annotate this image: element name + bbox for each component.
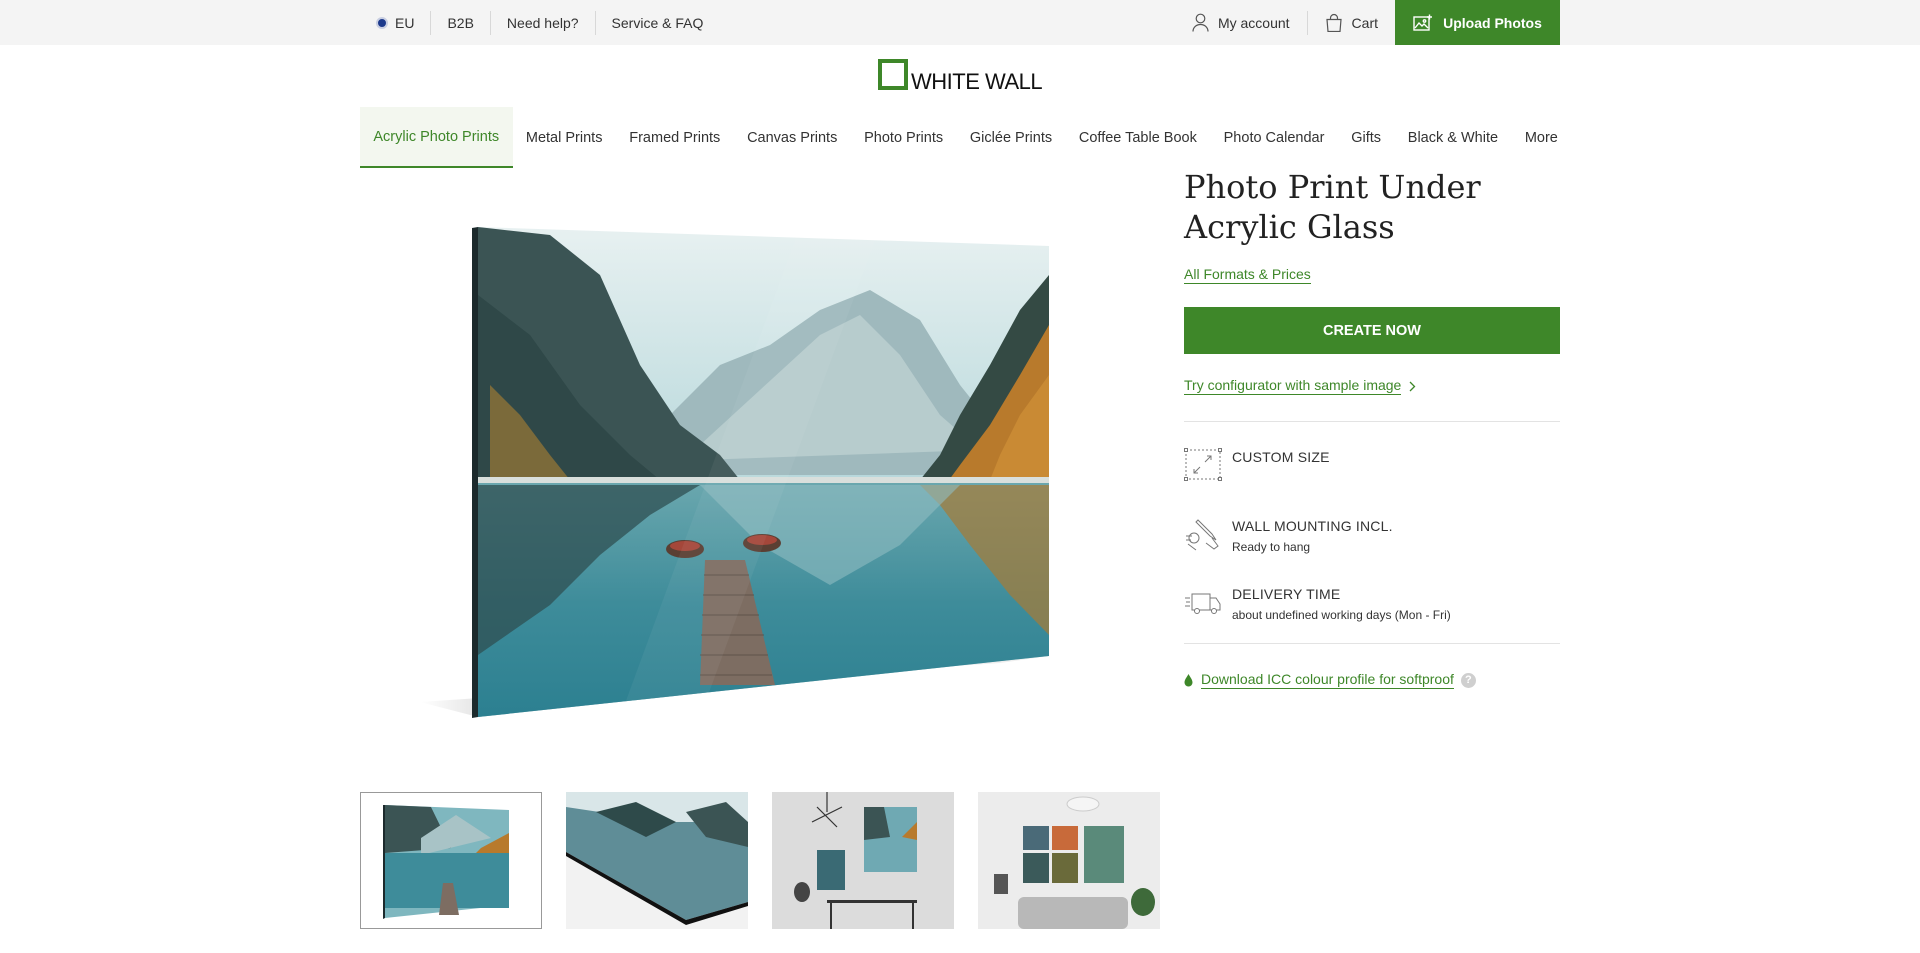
top-bar-left: EU B2B Need help? Service & FAQ: [360, 0, 719, 45]
thumbnail-acrylic-front[interactable]: [360, 792, 542, 929]
nav-item-giclee-prints[interactable]: Giclée Prints: [957, 107, 1066, 168]
logo-text: WHITE WALL: [911, 69, 1043, 94]
thumbnail-image: [361, 793, 541, 928]
wall-mount-icon: [1186, 519, 1219, 551]
cart-label: Cart: [1351, 14, 1378, 31]
shopping-bag-icon: [1325, 13, 1342, 32]
help-link[interactable]: Need help?: [491, 10, 596, 35]
nav-item-metal-prints[interactable]: Metal Prints: [513, 107, 616, 168]
b2b-link[interactable]: B2B: [431, 10, 491, 35]
top-bar-inner: EU B2B Need help? Service & FAQ My accou…: [360, 0, 1560, 45]
feature-custom-size: CUSTOM SIZE: [1184, 447, 1560, 483]
resize-icon: [1184, 448, 1222, 481]
try-configurator-link[interactable]: Try configurator with sample image: [1184, 377, 1560, 395]
user-icon: [1192, 13, 1209, 32]
download-icc-label: Download ICC colour profile for softproo…: [1201, 671, 1454, 689]
help-icon[interactable]: ?: [1460, 672, 1476, 688]
acrylic-print-mountain-lake-image: [420, 227, 1049, 718]
logo-square-icon: [878, 58, 908, 90]
nav-item-framed-prints[interactable]: Framed Prints: [616, 107, 734, 168]
image-upload-icon: [1413, 14, 1433, 31]
top-bar-right: My account Cart Upload Photos: [1175, 0, 1560, 45]
region-label: EU: [395, 14, 415, 31]
nav-item-more[interactable]: More: [1511, 107, 1571, 168]
eu-flag-icon: [376, 16, 388, 29]
feature-subtitle: Ready to hang: [1232, 540, 1311, 554]
region-selector[interactable]: EU: [360, 10, 432, 35]
nav-item-gifts[interactable]: Gifts: [1338, 107, 1395, 168]
feature-wall-mounting: WALL MOUNTING INCL. Ready to hang: [1184, 516, 1560, 554]
feature-subtitle: about undefined working days (Mon - Fri): [1232, 608, 1451, 622]
nav-item-canvas-prints[interactable]: Canvas Prints: [734, 107, 851, 168]
chevron-right-icon: [1409, 381, 1416, 391]
thumbnail-image: [978, 792, 1160, 929]
thumbnail-room-wall[interactable]: [772, 792, 954, 929]
my-account-link[interactable]: My account: [1175, 10, 1308, 35]
feature-title: WALL MOUNTING INCL.: [1232, 518, 1393, 534]
nav-item-coffee-table-book[interactable]: Coffee Table Book: [1066, 107, 1211, 168]
feature-title: CUSTOM SIZE: [1232, 449, 1330, 465]
my-account-label: My account: [1217, 14, 1290, 31]
whitewall-logo[interactable]: WHITE WALL: [878, 58, 1043, 94]
download-icc-link[interactable]: Download ICC colour profile for softproo…: [1184, 671, 1560, 689]
cart-link[interactable]: Cart: [1308, 11, 1395, 35]
thumbnail-image: [772, 792, 954, 929]
feature-delivery-time: DELIVERY TIME about undefined working da…: [1184, 584, 1560, 622]
page-title: Photo Print Under Acrylic Glass: [1184, 168, 1481, 246]
divider: [1184, 643, 1560, 644]
thumbnail-strip: [360, 792, 1184, 929]
delivery-truck-icon: [1185, 593, 1221, 614]
upload-photos-button[interactable]: Upload Photos: [1395, 0, 1560, 45]
create-now-button[interactable]: CREATE NOW: [1184, 307, 1560, 354]
product-info-panel: Photo Print Under Acrylic Glass All Form…: [1184, 167, 1560, 689]
thumbnail-acrylic-edge[interactable]: [566, 792, 748, 929]
thumbnail-living-room[interactable]: [978, 792, 1160, 929]
service-faq-link[interactable]: Service & FAQ: [596, 11, 720, 35]
thumbnail-image: [566, 792, 748, 929]
product-main-image[interactable]: [400, 215, 1060, 725]
top-bar: EU B2B Need help? Service & FAQ My accou…: [0, 0, 1920, 45]
nav-item-photo-calendar[interactable]: Photo Calendar: [1210, 107, 1338, 168]
feature-title: DELIVERY TIME: [1232, 586, 1341, 602]
divider: [1184, 421, 1560, 422]
nav-item-black-white[interactable]: Black & White: [1394, 107, 1511, 168]
drop-icon: [1184, 673, 1193, 686]
nav-item-acrylic-photo-prints[interactable]: Acrylic Photo Prints: [360, 107, 513, 168]
nav-item-photo-prints[interactable]: Photo Prints: [851, 107, 957, 168]
all-formats-prices-link[interactable]: All Formats & Prices: [1184, 266, 1311, 284]
main-nav: Acrylic Photo Prints Metal Prints Framed…: [360, 107, 1571, 168]
try-configurator-label: Try configurator with sample image: [1184, 377, 1402, 395]
upload-photos-label: Upload Photos: [1443, 14, 1542, 31]
